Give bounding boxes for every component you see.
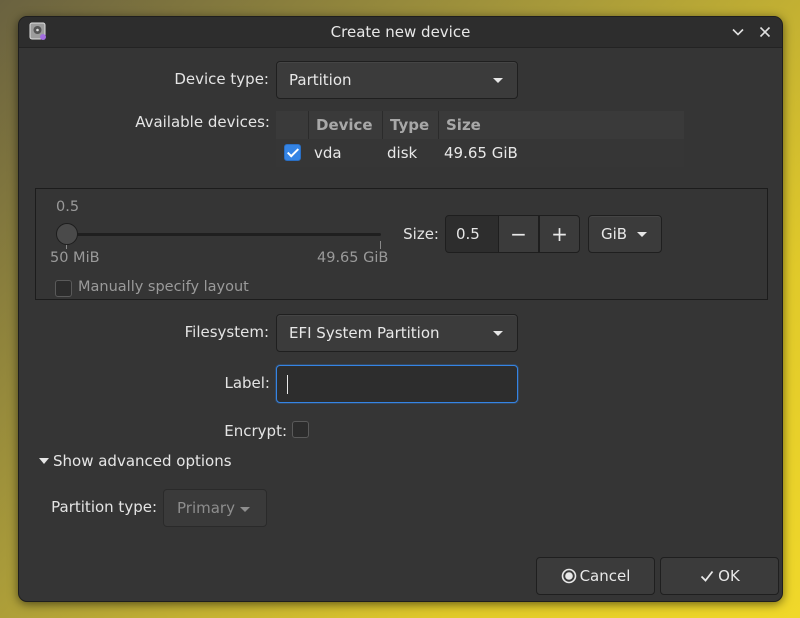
- check-icon: [701, 570, 714, 582]
- device-type-value: Partition: [289, 71, 352, 89]
- ok-button[interactable]: OK: [660, 557, 779, 595]
- advanced-options-expander[interactable]: Show advanced options: [39, 452, 232, 470]
- partition-type-value: Primary: [177, 499, 235, 517]
- manual-layout-label: Manually specify layout: [78, 279, 249, 295]
- size-spinbutton: 0.5 − +: [445, 215, 580, 253]
- size-spin-input[interactable]: 0.5: [445, 215, 499, 253]
- filesystem-combo[interactable]: EFI System Partition: [276, 314, 518, 352]
- size-slider-handle[interactable]: [56, 223, 78, 245]
- create-device-dialog: Create new device Device type: Partition…: [18, 16, 783, 602]
- slider-value-label: 0.5: [56, 199, 80, 215]
- table-header-checkbox[interactable]: [276, 111, 308, 139]
- text-caret: [287, 375, 288, 394]
- increment-button[interactable]: +: [539, 215, 580, 253]
- column-type[interactable]: Type: [382, 111, 438, 139]
- label-field-label: Label:: [224, 374, 270, 392]
- size-unit-combo[interactable]: GiB: [588, 215, 662, 253]
- size-unit-value: GiB: [601, 225, 628, 243]
- filesystem-value: EFI System Partition: [289, 324, 440, 342]
- chevron-down-icon: [732, 28, 744, 36]
- close-icon: [759, 26, 771, 38]
- close-button[interactable]: [754, 21, 776, 43]
- window-title: Create new device: [330, 23, 471, 41]
- cancel-button[interactable]: Cancel: [536, 557, 655, 595]
- slider-max-label: 49.65 GiB: [317, 250, 389, 266]
- device-type-combo[interactable]: Partition: [276, 61, 518, 99]
- partition-type-combo: Primary: [163, 489, 267, 527]
- expander-arrow-icon: [39, 457, 49, 464]
- table-row[interactable]: vda disk 49.65 GiB: [276, 139, 684, 167]
- table-header: Device Type Size: [276, 111, 684, 140]
- dropdown-arrow-icon: [493, 78, 503, 83]
- dropdown-arrow-icon: [240, 507, 250, 512]
- available-devices-label: Available devices:: [135, 113, 270, 131]
- cancel-label: Cancel: [579, 567, 631, 585]
- device-type: disk: [387, 144, 418, 162]
- column-device[interactable]: Device: [308, 111, 382, 139]
- advanced-options-label: Show advanced options: [53, 452, 232, 470]
- decrement-button[interactable]: −: [498, 215, 539, 253]
- size-label: Size:: [403, 225, 439, 243]
- manual-layout-checkbox[interactable]: [55, 280, 72, 297]
- titlebar: Create new device: [19, 17, 782, 48]
- cancel-icon: [561, 568, 576, 584]
- device-size: 49.65 GiB: [444, 144, 518, 162]
- column-size[interactable]: Size: [438, 111, 684, 139]
- slider-min-label: 50 MiB: [50, 250, 100, 266]
- encrypt-checkbox[interactable]: [292, 421, 309, 438]
- device-checkbox[interactable]: [284, 144, 301, 161]
- dropdown-arrow-icon: [637, 232, 647, 237]
- size-slider-track[interactable]: [61, 233, 381, 236]
- device-name: vda: [314, 144, 342, 162]
- minimize-button[interactable]: [727, 21, 749, 43]
- ok-label: OK: [718, 567, 740, 585]
- available-devices-table: Device Type Size vda disk 49.65 GiB: [276, 111, 684, 167]
- device-type-label: Device type:: [174, 70, 269, 88]
- label-input[interactable]: [276, 365, 518, 403]
- slider-tick-max: [380, 241, 381, 249]
- filesystem-label: Filesystem:: [184, 323, 269, 341]
- dropdown-arrow-icon: [493, 331, 503, 336]
- partition-type-label: Partition type:: [51, 498, 157, 516]
- encrypt-label: Encrypt:: [224, 422, 287, 440]
